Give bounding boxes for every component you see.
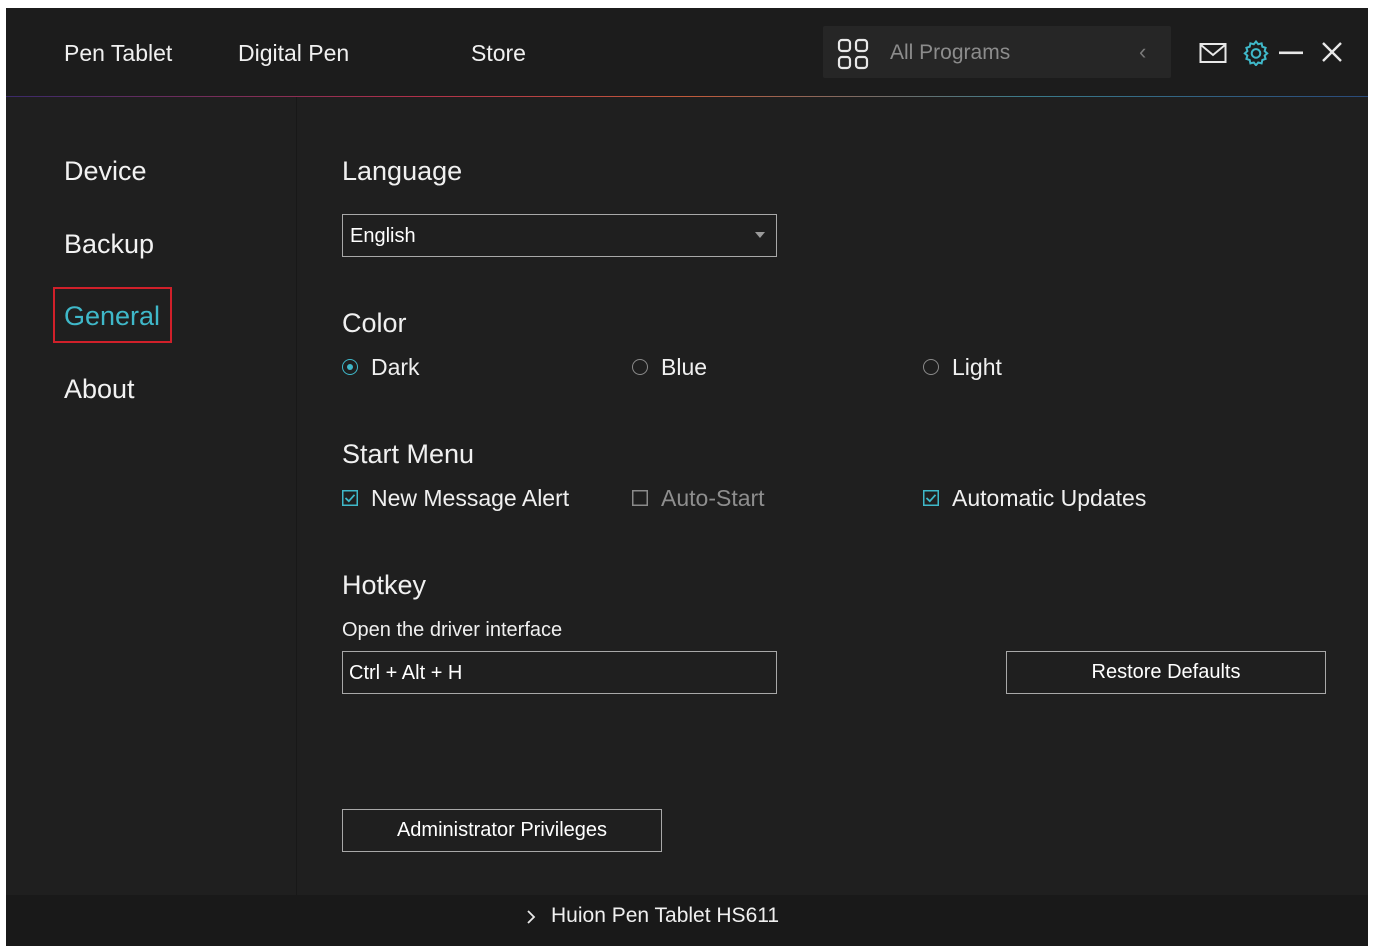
language-value: English [350,225,416,247]
color-title: Color [342,308,407,338]
start-menu-title: Start Menu [342,439,475,469]
checkbox-empty-icon [632,490,648,506]
device-footer[interactable]: Huion Pen Tablet HS611 [6,895,1368,946]
color-option-label: Dark [371,354,420,380]
checkbox-checked-icon [342,490,358,506]
radio-selected-icon [342,359,358,375]
tab-pen-tablet[interactable]: Pen Tablet [64,38,172,68]
color-option-label: Light [952,354,1002,380]
top-bar: Pen Tablet Digital Pen Store All Program… [6,8,1368,96]
program-selector-label: All Programs [890,41,1011,64]
tab-store[interactable]: Store [471,38,526,68]
mail-icon[interactable] [1199,42,1227,64]
program-selector[interactable]: All Programs ‹ [823,26,1171,78]
hotkey-input[interactable]: Ctrl + Alt + H [342,651,777,694]
close-icon[interactable] [1321,41,1343,63]
sidebar-item-general[interactable]: General [64,299,160,333]
dropdown-arrow-icon [755,232,765,238]
radio-empty-icon [923,359,939,375]
gear-icon[interactable] [1243,40,1269,66]
sidebar-item-about[interactable]: About [64,372,135,406]
radio-empty-icon [632,359,648,375]
language-select[interactable]: English [342,214,777,257]
chevron-right-icon [527,910,536,924]
language-title: Language [342,156,463,186]
chevron-left-icon[interactable]: ‹ [1139,39,1146,65]
tab-digital-pen[interactable]: Digital Pen [238,38,349,68]
minimize-icon[interactable] [1279,50,1303,56]
sidebar [6,97,296,895]
checkbox-label: Auto-Start [661,485,765,511]
sidebar-item-device[interactable]: Device [64,154,147,188]
hotkey-description: Open the driver interface [342,619,563,641]
hotkey-value: Ctrl + Alt + H [349,662,463,684]
administrator-privileges-button[interactable]: Administrator Privileges [342,809,662,852]
sidebar-item-backup[interactable]: Backup [64,227,154,261]
sidebar-divider [296,97,297,895]
checkbox-label: Automatic Updates [952,485,1147,511]
restore-defaults-button[interactable]: Restore Defaults [1006,651,1326,694]
app-window: Pen Tablet Digital Pen Store All Program… [6,8,1368,946]
checkbox-checked-icon [923,490,939,506]
color-option-label: Blue [661,354,708,380]
grid-icon [837,38,869,70]
device-name: Huion Pen Tablet HS611 [551,904,780,927]
hotkey-title: Hotkey [342,570,427,600]
checkbox-label: New Message Alert [371,485,570,511]
